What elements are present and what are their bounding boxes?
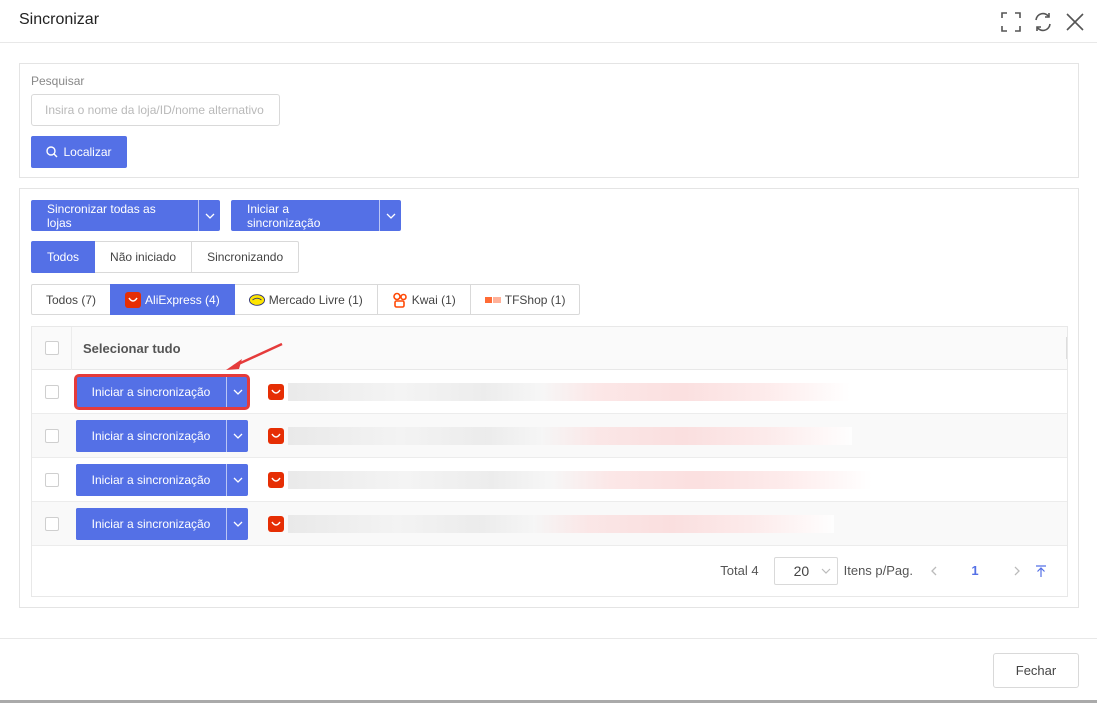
row-sync-button[interactable]: Iniciar a sincronização [76,419,226,452]
tab-kwai[interactable]: Kwai (1) [376,284,471,315]
prev-page-button[interactable] [921,559,945,583]
aliexpress-icon [268,383,284,400]
store-name-blurred [288,382,850,401]
row-checkbox[interactable] [45,428,59,443]
row-sync-split-button: Iniciar a sincronização [76,463,248,496]
dialog-title: Sincronizar [19,11,100,28]
row-sync-button[interactable]: Iniciar a sincronização [76,463,226,496]
tab-label: Todos (7) [46,292,97,307]
table-row: Iniciar a sincronização [32,502,1067,546]
annotation-arrow [226,342,283,370]
tab-todos[interactable]: Todos (7) [31,284,112,315]
status-filter: Todos Não iniciado Sincronizando [31,241,300,273]
back-to-top-button[interactable] [1029,559,1053,583]
table-row: Iniciar a sincronização [32,458,1067,502]
aliexpress-icon [268,471,284,488]
chevron-left-icon [930,566,936,575]
platform-tabs: Todos (7) AliExpress (4) Mercado Livre (… [31,284,581,315]
per-page-label: Itens p/Pag. [843,563,913,578]
aliexpress-icon [268,427,284,444]
tab-label: TFShop (1) [504,292,566,307]
pagination: Total 4 20 Itens p/Pag. 1 [32,545,1067,596]
aliexpress-icon [268,515,284,532]
chevron-down-icon [821,568,831,574]
sync-all-dropdown[interactable] [198,200,220,231]
row-sync-split-button: Iniciar a sincronização [76,507,248,540]
table-header: Selecionar tudo [32,326,1067,370]
search-input[interactable] [31,94,280,126]
start-sync-button[interactable]: Iniciar a sincronização [231,200,379,231]
table-row: Iniciar a sincronização [32,370,1067,414]
pagination-total: Total 4 [720,563,759,578]
close-icon[interactable] [1063,10,1087,34]
next-page-button[interactable] [1005,559,1029,583]
search-button-label: Localizar [63,145,112,159]
chevron-right-icon [1014,566,1020,575]
table-row: Iniciar a sincronização [32,414,1067,458]
search-label: Pesquisar [31,74,85,88]
tab-mercado-livre[interactable]: Mercado Livre (1) [233,284,378,315]
search-icon [46,146,58,158]
fullscreen-icon[interactable] [999,10,1023,34]
tab-label: Kwai (1) [411,292,456,307]
row-sync-button[interactable]: Iniciar a sincronização [76,375,226,408]
row-checkbox[interactable] [45,516,59,531]
tab-label: AliExpress (4) [145,292,220,307]
row-sync-dropdown[interactable] [226,375,248,408]
chevron-down-icon [233,521,242,527]
row-sync-dropdown[interactable] [226,419,248,452]
search-panel: Pesquisar Localizar [19,63,1079,178]
row-checkbox[interactable] [45,472,59,487]
tab-label: Mercado Livre (1) [268,292,363,307]
kwai-icon [392,292,408,308]
dialog-footer: Fechar [0,638,1097,703]
stores-table: Selecionar tudo Iniciar a sincronização … [31,326,1068,597]
row-checkbox[interactable] [45,384,59,399]
row-sync-dropdown[interactable] [226,463,248,496]
sync-all-split-button: Sincronizar todas as lojas [31,200,220,231]
aliexpress-icon [125,291,142,308]
tfshop-icon [484,292,501,308]
store-name-blurred [288,514,834,533]
refresh-icon[interactable] [1031,10,1055,34]
status-filter-nao-iniciado[interactable]: Não iniciado [94,241,193,273]
chevron-down-icon [233,477,242,483]
status-filter-todos[interactable]: Todos [31,241,96,273]
start-sync-dropdown[interactable] [379,200,401,231]
chevron-down-icon [233,433,242,439]
row-sync-split-button: Iniciar a sincronização [74,373,250,410]
dialog-header: Sincronizar [0,0,1097,43]
tab-aliexpress[interactable]: AliExpress (4) [110,284,235,315]
start-sync-split-button: Iniciar a sincronização [231,200,401,231]
select-all-checkbox[interactable] [44,341,59,355]
row-sync-dropdown[interactable] [226,507,248,540]
tab-tfshop[interactable]: TFShop (1) [469,284,581,315]
sync-all-button[interactable]: Sincronizar todas as lojas [31,200,198,231]
mercado-livre-icon [248,292,265,308]
search-button[interactable]: Localizar [31,136,127,168]
chevron-down-icon [233,389,242,395]
status-filter-sincronizando[interactable]: Sincronizando [191,241,300,273]
chevron-down-icon [205,213,214,219]
store-name-blurred [288,426,852,445]
close-button[interactable]: Fechar [993,653,1079,688]
row-sync-button[interactable]: Iniciar a sincronização [76,507,226,540]
chevron-down-icon [386,213,395,219]
arrow-up-icon [1036,564,1046,577]
page-size-select[interactable]: 20 [773,556,838,585]
current-page[interactable]: 1 [945,563,1005,578]
store-name-blurred [288,470,872,489]
page-size-value: 20 [793,562,810,579]
select-all-label: Selecionar tudo [83,340,181,356]
stores-panel: Sincronizar todas as lojas Iniciar a sin… [19,188,1079,608]
row-sync-split-button: Iniciar a sincronização [76,419,248,452]
